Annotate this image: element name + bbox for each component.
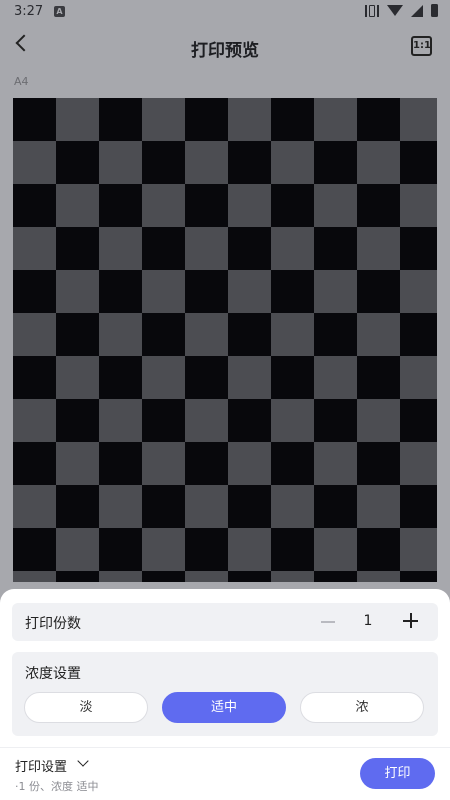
chevron-down-icon[interactable] xyxy=(77,755,89,767)
print-preview-image xyxy=(13,98,437,582)
paper-size-label: A4 xyxy=(14,75,29,88)
print-settings-toggle[interactable]: 打印设置 xyxy=(15,756,67,775)
status-time: 3:27 xyxy=(14,4,44,19)
wifi-icon xyxy=(387,5,403,16)
density-label: 浓度设置 xyxy=(25,666,81,682)
app-bar: 打印预览 1:1 xyxy=(0,24,450,70)
density-option-light[interactable]: 淡 xyxy=(24,692,148,723)
density-card: 浓度设置 淡 适中 浓 xyxy=(12,652,438,736)
plus-icon[interactable] xyxy=(400,610,422,632)
ratio-icon[interactable]: 1:1 xyxy=(411,36,432,56)
divider xyxy=(0,747,450,748)
copies-label: 打印份数 xyxy=(25,616,81,632)
notification-icon: A xyxy=(54,6,65,17)
density-option-medium[interactable]: 适中 xyxy=(162,692,286,723)
print-button[interactable]: 打印 xyxy=(360,758,435,789)
copies-value: 1 xyxy=(363,613,373,629)
signal-icon xyxy=(411,4,423,17)
vibrate-icon xyxy=(365,4,379,17)
density-option-dark[interactable]: 浓 xyxy=(300,692,424,723)
status-bar: 3:27 A xyxy=(0,0,450,24)
battery-icon xyxy=(431,4,438,17)
print-settings-sheet: 打印份数 1 浓度设置 淡 适中 浓 打印设置 ·1 份、浓度 适中 打印 xyxy=(0,589,450,800)
copies-row: 打印份数 1 xyxy=(12,603,438,641)
minus-icon[interactable] xyxy=(318,611,338,633)
settings-summary: ·1 份、浓度 适中 xyxy=(15,780,99,793)
status-icons xyxy=(365,4,438,17)
page-title: 打印预览 xyxy=(191,41,259,61)
